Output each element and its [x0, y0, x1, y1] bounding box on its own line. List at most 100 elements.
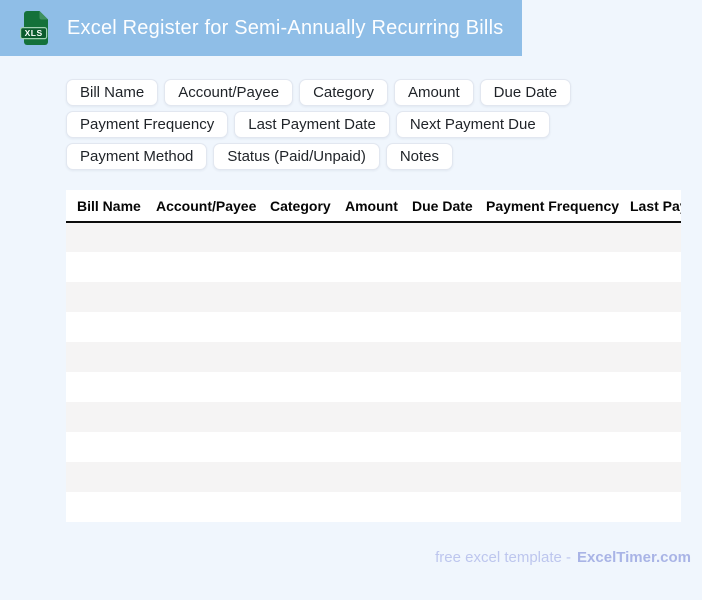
- field-chip: Account/Payee: [164, 79, 294, 106]
- table-row: [66, 372, 681, 402]
- table-cell: [66, 432, 145, 462]
- page: { "header": { "title": "Excel Register f…: [0, 0, 702, 600]
- xls-badge-label: XLS: [25, 28, 43, 38]
- table-cell: [145, 492, 259, 522]
- table-cell: [334, 222, 401, 252]
- column-header: Account/Payee: [145, 190, 259, 223]
- table-cell: [334, 462, 401, 492]
- table-cell: [401, 462, 475, 492]
- xls-file-icon: XLS: [20, 11, 48, 45]
- footer-brand-link[interactable]: ExcelTimer.com: [577, 549, 691, 566]
- table-cell: [259, 282, 334, 312]
- table-cell: [619, 252, 681, 282]
- field-chip: Payment Frequency: [66, 111, 229, 138]
- table-body: [66, 222, 681, 522]
- table-header-row: Bill Name Account/Payee Category Amount Due …: [66, 190, 681, 223]
- table-cell: [259, 312, 334, 342]
- table-cell: [334, 282, 401, 312]
- table-cell: [259, 222, 334, 252]
- column-header: Bill Name: [66, 190, 145, 223]
- table-row: [66, 492, 681, 522]
- table-cell: [619, 312, 681, 342]
- column-header: Amount: [334, 190, 401, 223]
- table-cell: [259, 372, 334, 402]
- field-chip: Notes: [385, 143, 453, 170]
- titlebar: XLS Excel Register for Semi-Annually Rec…: [0, 0, 522, 56]
- table-row: [66, 282, 681, 312]
- table-cell: [334, 252, 401, 282]
- footer-note: free excel template - ExcelTimer.com: [0, 549, 702, 566]
- column-header: Last Payment Date: [619, 190, 681, 223]
- column-header: Category: [259, 190, 334, 223]
- table-cell: [475, 222, 619, 252]
- table-cell: [145, 462, 259, 492]
- table-row: [66, 252, 681, 282]
- table-cell: [66, 492, 145, 522]
- field-chip: Payment Method: [66, 143, 208, 170]
- table-cell: [145, 402, 259, 432]
- table-cell: [66, 282, 145, 312]
- field-chip: Status (Paid/Unpaid): [213, 143, 380, 170]
- table-cell: [66, 462, 145, 492]
- table-cell: [475, 252, 619, 282]
- table-cell: [145, 252, 259, 282]
- table-cell: [66, 222, 145, 252]
- table-cell: [334, 432, 401, 462]
- table-cell: [259, 252, 334, 282]
- table-cell: [334, 342, 401, 372]
- table-cell: [475, 402, 619, 432]
- field-chip: Category: [299, 79, 388, 106]
- table-cell: [619, 492, 681, 522]
- table-cell: [145, 372, 259, 402]
- table-cell: [66, 372, 145, 402]
- table-cell: [334, 402, 401, 432]
- table-row: [66, 222, 681, 252]
- field-chip: Due Date: [479, 79, 572, 106]
- table-row: [66, 462, 681, 492]
- table-cell: [66, 342, 145, 372]
- field-chip: Last Payment Date: [234, 111, 390, 138]
- table-cell: [401, 252, 475, 282]
- table-cell: [401, 312, 475, 342]
- field-chip-list: Bill Name Account/Payee Category Amount Due …: [66, 79, 681, 170]
- table-row: [66, 342, 681, 372]
- table-cell: [619, 222, 681, 252]
- table-cell: [475, 492, 619, 522]
- table-cell: [145, 432, 259, 462]
- table-cell: [259, 492, 334, 522]
- register-table: Bill Name Account/Payee Category Amount Due …: [66, 190, 681, 522]
- table-cell: [259, 462, 334, 492]
- table-cell: [334, 372, 401, 402]
- table-cell: [66, 252, 145, 282]
- table-cell: [401, 402, 475, 432]
- table-cell: [475, 312, 619, 342]
- table-cell: [619, 372, 681, 402]
- table-cell: [334, 492, 401, 522]
- table-cell: [401, 372, 475, 402]
- footer-text: free excel template -: [435, 549, 572, 566]
- table-cell: [475, 372, 619, 402]
- table-row: [66, 432, 681, 462]
- column-header: Due Date: [401, 190, 475, 223]
- page-title: Excel Register for Semi-Annually Recurri…: [67, 16, 504, 39]
- table-cell: [401, 432, 475, 462]
- table-cell: [401, 492, 475, 522]
- table-cell: [475, 282, 619, 312]
- table-cell: [334, 312, 401, 342]
- table-cell: [259, 432, 334, 462]
- table-cell: [401, 282, 475, 312]
- table-row: [66, 402, 681, 432]
- table-cell: [475, 462, 619, 492]
- table-cell: [619, 342, 681, 372]
- field-chip: Bill Name: [66, 79, 159, 106]
- table-cell: [619, 432, 681, 462]
- table-cell: [401, 342, 475, 372]
- table-row: [66, 312, 681, 342]
- table-cell: [619, 402, 681, 432]
- field-chip: Amount: [393, 79, 474, 106]
- table-cell: [145, 312, 259, 342]
- table-cell: [145, 222, 259, 252]
- table-cell: [259, 402, 334, 432]
- table-cell: [66, 402, 145, 432]
- field-chip: Next Payment Due: [395, 111, 550, 138]
